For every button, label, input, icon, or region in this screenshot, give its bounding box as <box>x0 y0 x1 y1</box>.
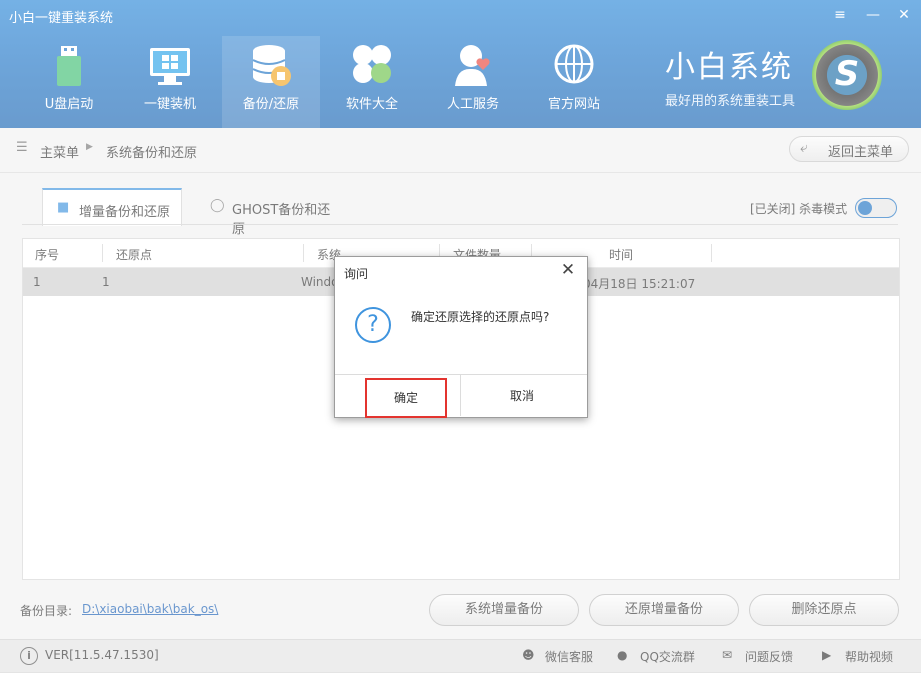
close-icon[interactable]: ✕ <box>559 261 577 279</box>
dialog-divider <box>335 374 587 375</box>
question-icon: ? <box>355 307 391 343</box>
dialog-title: 询问 <box>344 267 369 281</box>
confirm-dialog: 询问 ✕ ? 确定还原选择的还原点吗? 确定 取消 <box>334 256 588 418</box>
dialog-button-divider <box>460 375 461 416</box>
dialog-message: 确定还原选择的还原点吗? <box>411 310 550 324</box>
confirm-cancel-button[interactable]: 取消 <box>483 378 561 414</box>
confirm-ok-button[interactable]: 确定 <box>365 378 447 418</box>
